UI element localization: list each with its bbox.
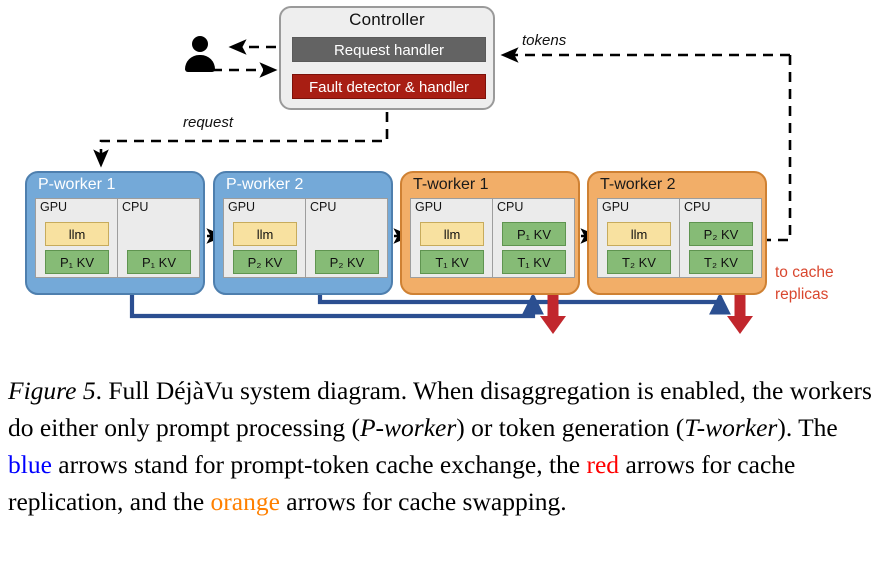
- caption-text-4: arrows stand for prompt-token cache exch…: [51, 450, 587, 479]
- controller-title: Controller: [349, 10, 425, 29]
- worker-title: P-worker 1: [38, 176, 116, 193]
- gpu-label: GPU: [602, 200, 630, 214]
- caption-text-6: arrows for cache swapping.: [279, 487, 567, 516]
- gpu-label: GPU: [415, 200, 443, 214]
- gpu-kv-chip: P₁ KV: [45, 250, 109, 274]
- cpu-label: CPU: [122, 200, 149, 214]
- cpu-kv-chip: T₂ KV: [689, 250, 753, 274]
- worker-box-p-worker-1: P-worker 1 GPU llm P₁ KV CPU P₁ KV: [25, 171, 205, 295]
- user-head-shape: [192, 36, 208, 52]
- caption-em-tworker: T-worker: [684, 413, 778, 442]
- gpu-panel: GPU llm P₁ KV: [35, 198, 118, 278]
- request-handler-module: Request handler: [292, 37, 486, 62]
- worker-title: T-worker 1: [413, 176, 489, 193]
- cpu-kv-chip: P₂ KV: [315, 250, 379, 274]
- gpu-kv-chip: T₂ KV: [607, 250, 671, 274]
- gpu-panel: GPU llm P₂ KV: [223, 198, 306, 278]
- llm-chip: llm: [420, 222, 484, 246]
- to-cache-replicas-line2: replicas: [775, 286, 829, 303]
- worker-title: P-worker 2: [226, 176, 304, 193]
- cpu-prompt-kv-chip: P₁ KV: [502, 222, 566, 246]
- controller-box: Controller Request handler Fault detecto…: [279, 6, 495, 110]
- caption-text-3: ). The: [777, 413, 838, 442]
- cpu-panel: CPU P₂ KV T₂ KV: [679, 198, 762, 278]
- user-body-shape: [185, 55, 215, 72]
- worker-box-p-worker-2: P-worker 2 GPU llm P₂ KV CPU P₂ KV: [213, 171, 393, 295]
- llm-chip: llm: [45, 222, 109, 246]
- worker-box-t-worker-2: T-worker 2 GPU llm T₂ KV CPU P₂ KV T₂ KV: [587, 171, 767, 295]
- gpu-kv-chip: P₂ KV: [233, 250, 297, 274]
- cpu-kv-chip: T₁ KV: [502, 250, 566, 274]
- caption-figure-label: Figure 5: [8, 376, 96, 405]
- cpu-kv-chip: P₁ KV: [127, 250, 191, 274]
- caption-word-blue: blue: [8, 450, 52, 479]
- fault-detector-handler-module: Fault detector & handler: [292, 74, 486, 99]
- caption-text-2: ) or token generation (: [456, 413, 685, 442]
- llm-chip: llm: [607, 222, 671, 246]
- cpu-label: CPU: [684, 200, 711, 214]
- caption-em-pworker: P-worker: [359, 413, 457, 442]
- worker-title: T-worker 2: [600, 176, 676, 193]
- worker-box-t-worker-1: T-worker 1 GPU llm T₁ KV CPU P₁ KV T₁ KV: [400, 171, 580, 295]
- cpu-panel: CPU P₁ KV T₁ KV: [492, 198, 575, 278]
- cpu-label: CPU: [310, 200, 337, 214]
- gpu-panel: GPU llm T₂ KV: [597, 198, 680, 278]
- to-cache-replicas-line1: to cache: [775, 264, 834, 281]
- to-cache-replicas-label: to cache replicas: [775, 262, 885, 306]
- figure-canvas: Controller Request handler Fault detecto…: [0, 0, 893, 580]
- gpu-panel: GPU llm T₁ KV: [410, 198, 493, 278]
- caption-word-orange: orange: [210, 487, 280, 516]
- request-label: request: [183, 114, 234, 131]
- gpu-label: GPU: [40, 200, 68, 214]
- caption-word-red: red: [586, 450, 620, 479]
- tokens-label: tokens: [522, 32, 567, 49]
- arrow-request-to-pworker1: [93, 112, 389, 168]
- cpu-label: CPU: [497, 200, 524, 214]
- cpu-prompt-kv-chip: P₂ KV: [689, 222, 753, 246]
- gpu-kv-chip: T₁ KV: [420, 250, 484, 274]
- cpu-panel: CPU P₁ KV: [117, 198, 200, 278]
- figure-caption: Figure 5. Full DéjàVu system diagram. Wh…: [8, 372, 886, 520]
- gpu-label: GPU: [228, 200, 256, 214]
- user-icon: [183, 36, 217, 74]
- llm-chip: llm: [233, 222, 297, 246]
- cpu-panel: CPU P₂ KV: [305, 198, 388, 278]
